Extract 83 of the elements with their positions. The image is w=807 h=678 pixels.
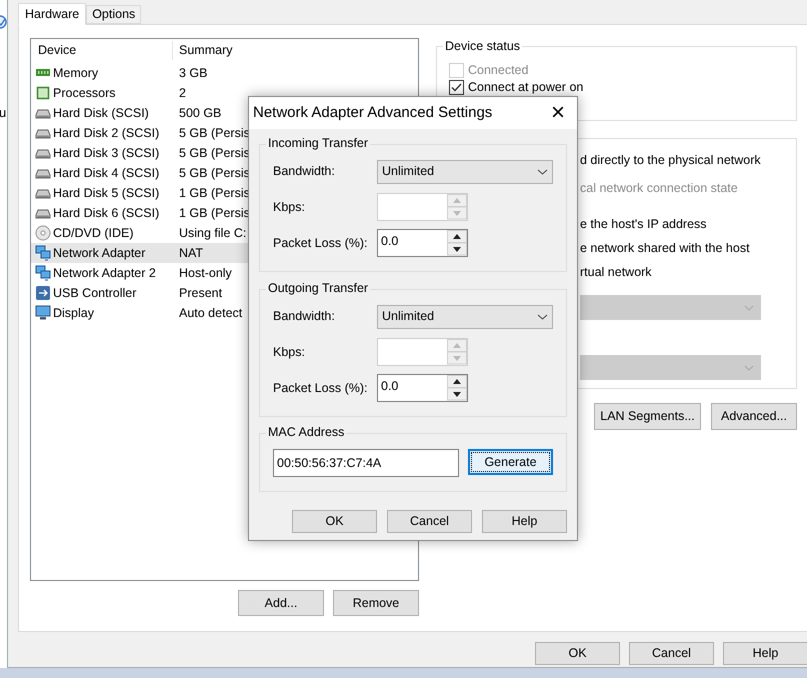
device-name: Hard Disk 5 (SCSI) — [53, 184, 160, 202]
device-summary: 5 GB (Persis — [178, 124, 250, 142]
button[interactable]: Add... — [238, 590, 324, 616]
checkbox[interactable] — [449, 80, 464, 95]
option-label: rtual network — [580, 266, 653, 278]
device-name: Hard Disk 4 (SCSI) — [53, 164, 160, 182]
dropdown[interactable]: Unlimited — [377, 304, 553, 328]
button[interactable]: Cancel — [629, 642, 714, 665]
group-title: Device status — [443, 39, 522, 53]
checkbox-label: Connected — [468, 64, 528, 77]
device-summary: 500 GB — [178, 104, 222, 122]
dropdown[interactable]: Unlimited — [377, 160, 553, 184]
device-summary: 2 — [178, 84, 186, 102]
chevron-down-icon — [744, 304, 754, 310]
device-summary: 5 GB (Persis — [178, 164, 250, 182]
button[interactable]: Advanced... — [711, 403, 797, 430]
column-header[interactable]: Summary — [173, 41, 232, 60]
field-label: Kbps: — [273, 344, 306, 361]
chevron-down-icon — [744, 364, 754, 370]
chevron-down-icon — [537, 168, 548, 174]
device-name: Hard Disk 3 (SCSI) — [53, 144, 160, 162]
disc-icon — [35, 225, 51, 241]
column-header[interactable]: Device — [31, 41, 173, 60]
option-label: d directly to the physical network — [580, 154, 762, 166]
tab[interactable]: Options — [86, 5, 142, 24]
device-summary: 3 GB — [178, 64, 208, 82]
button[interactable]: Remove — [333, 590, 419, 616]
option-label: e network shared with the host — [580, 242, 751, 254]
square-chip-icon — [35, 85, 51, 101]
device-summary: Present — [178, 284, 222, 302]
mac-address-field[interactable]: 00:50:56:37:C7:4A — [273, 449, 459, 477]
group-title: MAC Address — [266, 425, 346, 439]
network-computers-icon — [35, 245, 51, 261]
button[interactable]: Help — [723, 642, 807, 665]
device-name: Processors — [53, 84, 116, 102]
button[interactable]: LAN Segments... — [594, 403, 701, 430]
device-summary: 1 GB (Persis — [178, 184, 250, 202]
device-summary: NAT — [178, 244, 204, 262]
button[interactable]: OK — [292, 510, 377, 533]
group-title: Incoming Transfer — [266, 136, 370, 150]
device-row[interactable]: Network Adapter 2 Host-only — [31, 263, 418, 283]
monitor-icon — [35, 305, 51, 321]
device-name: Hard Disk 6 (SCSI) — [53, 204, 160, 222]
spin-field[interactable]: 0.0 — [377, 374, 468, 402]
device-summary: Auto detect — [178, 304, 242, 322]
device-summary: 1 GB (Persis — [178, 204, 250, 222]
device-name: Network Adapter — [53, 244, 146, 262]
generate-button[interactable]: Generate — [468, 449, 553, 475]
button[interactable]: Cancel — [387, 510, 472, 533]
chevron-down-icon — [537, 314, 548, 320]
device-name: Hard Disk (SCSI) — [53, 104, 149, 122]
field-label: Bandwidth: — [273, 163, 336, 180]
field-label: Bandwidth: — [273, 308, 336, 326]
spin-field[interactable]: 0.0 — [377, 229, 468, 257]
field-label: Packet Loss (%): — [273, 380, 368, 397]
device-name: Hard Disk 2 (SCSI) — [53, 124, 160, 142]
usb-icon — [35, 285, 51, 301]
network-computers-icon — [35, 265, 51, 281]
device-summary: Host-only — [178, 264, 232, 282]
checkmark-icon — [451, 83, 462, 92]
button[interactable]: Help — [482, 510, 567, 533]
spinner-arrows-icon — [447, 375, 467, 401]
text-fragment: u — [0, 106, 6, 119]
device-name: CD/DVD (IDE) — [53, 224, 134, 242]
tab[interactable]: Hardware — [18, 3, 86, 25]
checkbox-label: Connect at power on — [468, 81, 584, 94]
device-name: Display — [53, 304, 94, 322]
spinner-arrows-icon — [447, 230, 467, 256]
device-row[interactable]: Processors 2 — [31, 83, 418, 103]
device-row[interactable]: Memory 3 GB — [31, 63, 418, 83]
spinner-arrows-icon — [447, 194, 467, 220]
group-title: Outgoing Transfer — [266, 281, 370, 295]
option-label: e the host's IP address — [580, 218, 708, 230]
dialog-title: Network Adapter Advanced Settings — [253, 102, 492, 123]
spinner-arrows-icon — [447, 339, 467, 365]
close-button[interactable]: × — [543, 99, 573, 127]
device-name: USB Controller — [53, 284, 136, 302]
device-name: Network Adapter 2 — [53, 264, 156, 282]
device-summary: Using file C: — [178, 224, 246, 242]
device-name: Memory — [53, 64, 98, 82]
button[interactable]: OK — [535, 642, 620, 665]
device-summary: 5 GB (Persis — [178, 144, 250, 162]
option-label: cal network connection state — [580, 182, 739, 194]
